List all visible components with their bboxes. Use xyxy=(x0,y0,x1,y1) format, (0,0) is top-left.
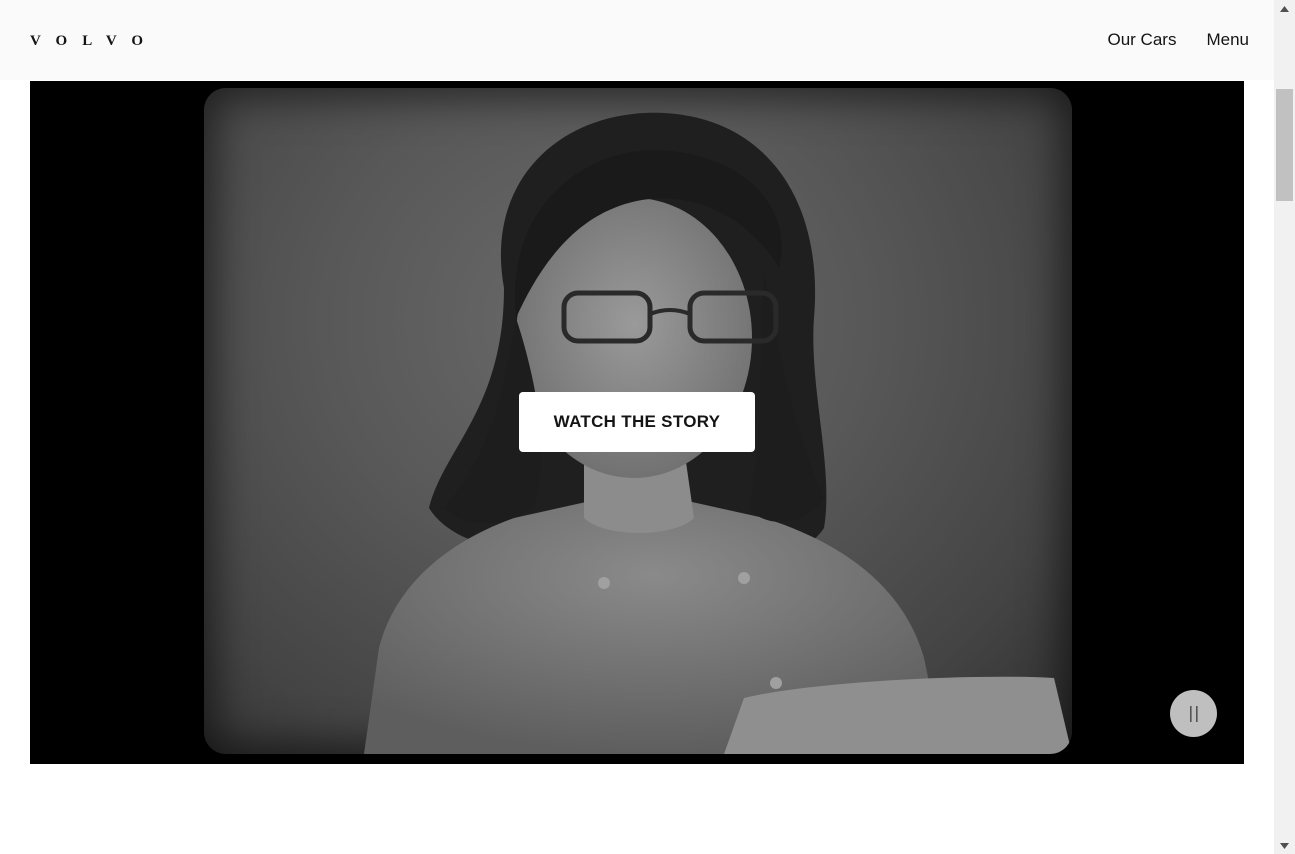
site-header: VOLVO Our Cars Menu xyxy=(0,0,1274,80)
volvo-logo[interactable]: VOLVO xyxy=(30,33,158,49)
page: VOLVO Our Cars Menu WATCH THE STORY xyxy=(0,0,1295,854)
scroll-up-arrow-icon[interactable] xyxy=(1274,0,1295,17)
our-cars-link[interactable]: Our Cars xyxy=(1108,30,1177,50)
pause-button[interactable] xyxy=(1170,690,1217,737)
watch-the-story-button[interactable]: WATCH THE STORY xyxy=(519,392,755,452)
scroll-down-arrow-icon[interactable] xyxy=(1274,837,1295,854)
menu-button[interactable]: Menu xyxy=(1206,30,1249,50)
main-nav: Our Cars Menu xyxy=(1108,30,1250,50)
video-player[interactable]: WATCH THE STORY xyxy=(30,81,1244,764)
vertical-scrollbar[interactable] xyxy=(1274,0,1295,854)
scrollbar-thumb[interactable] xyxy=(1276,89,1293,201)
pause-icon xyxy=(1189,705,1198,722)
